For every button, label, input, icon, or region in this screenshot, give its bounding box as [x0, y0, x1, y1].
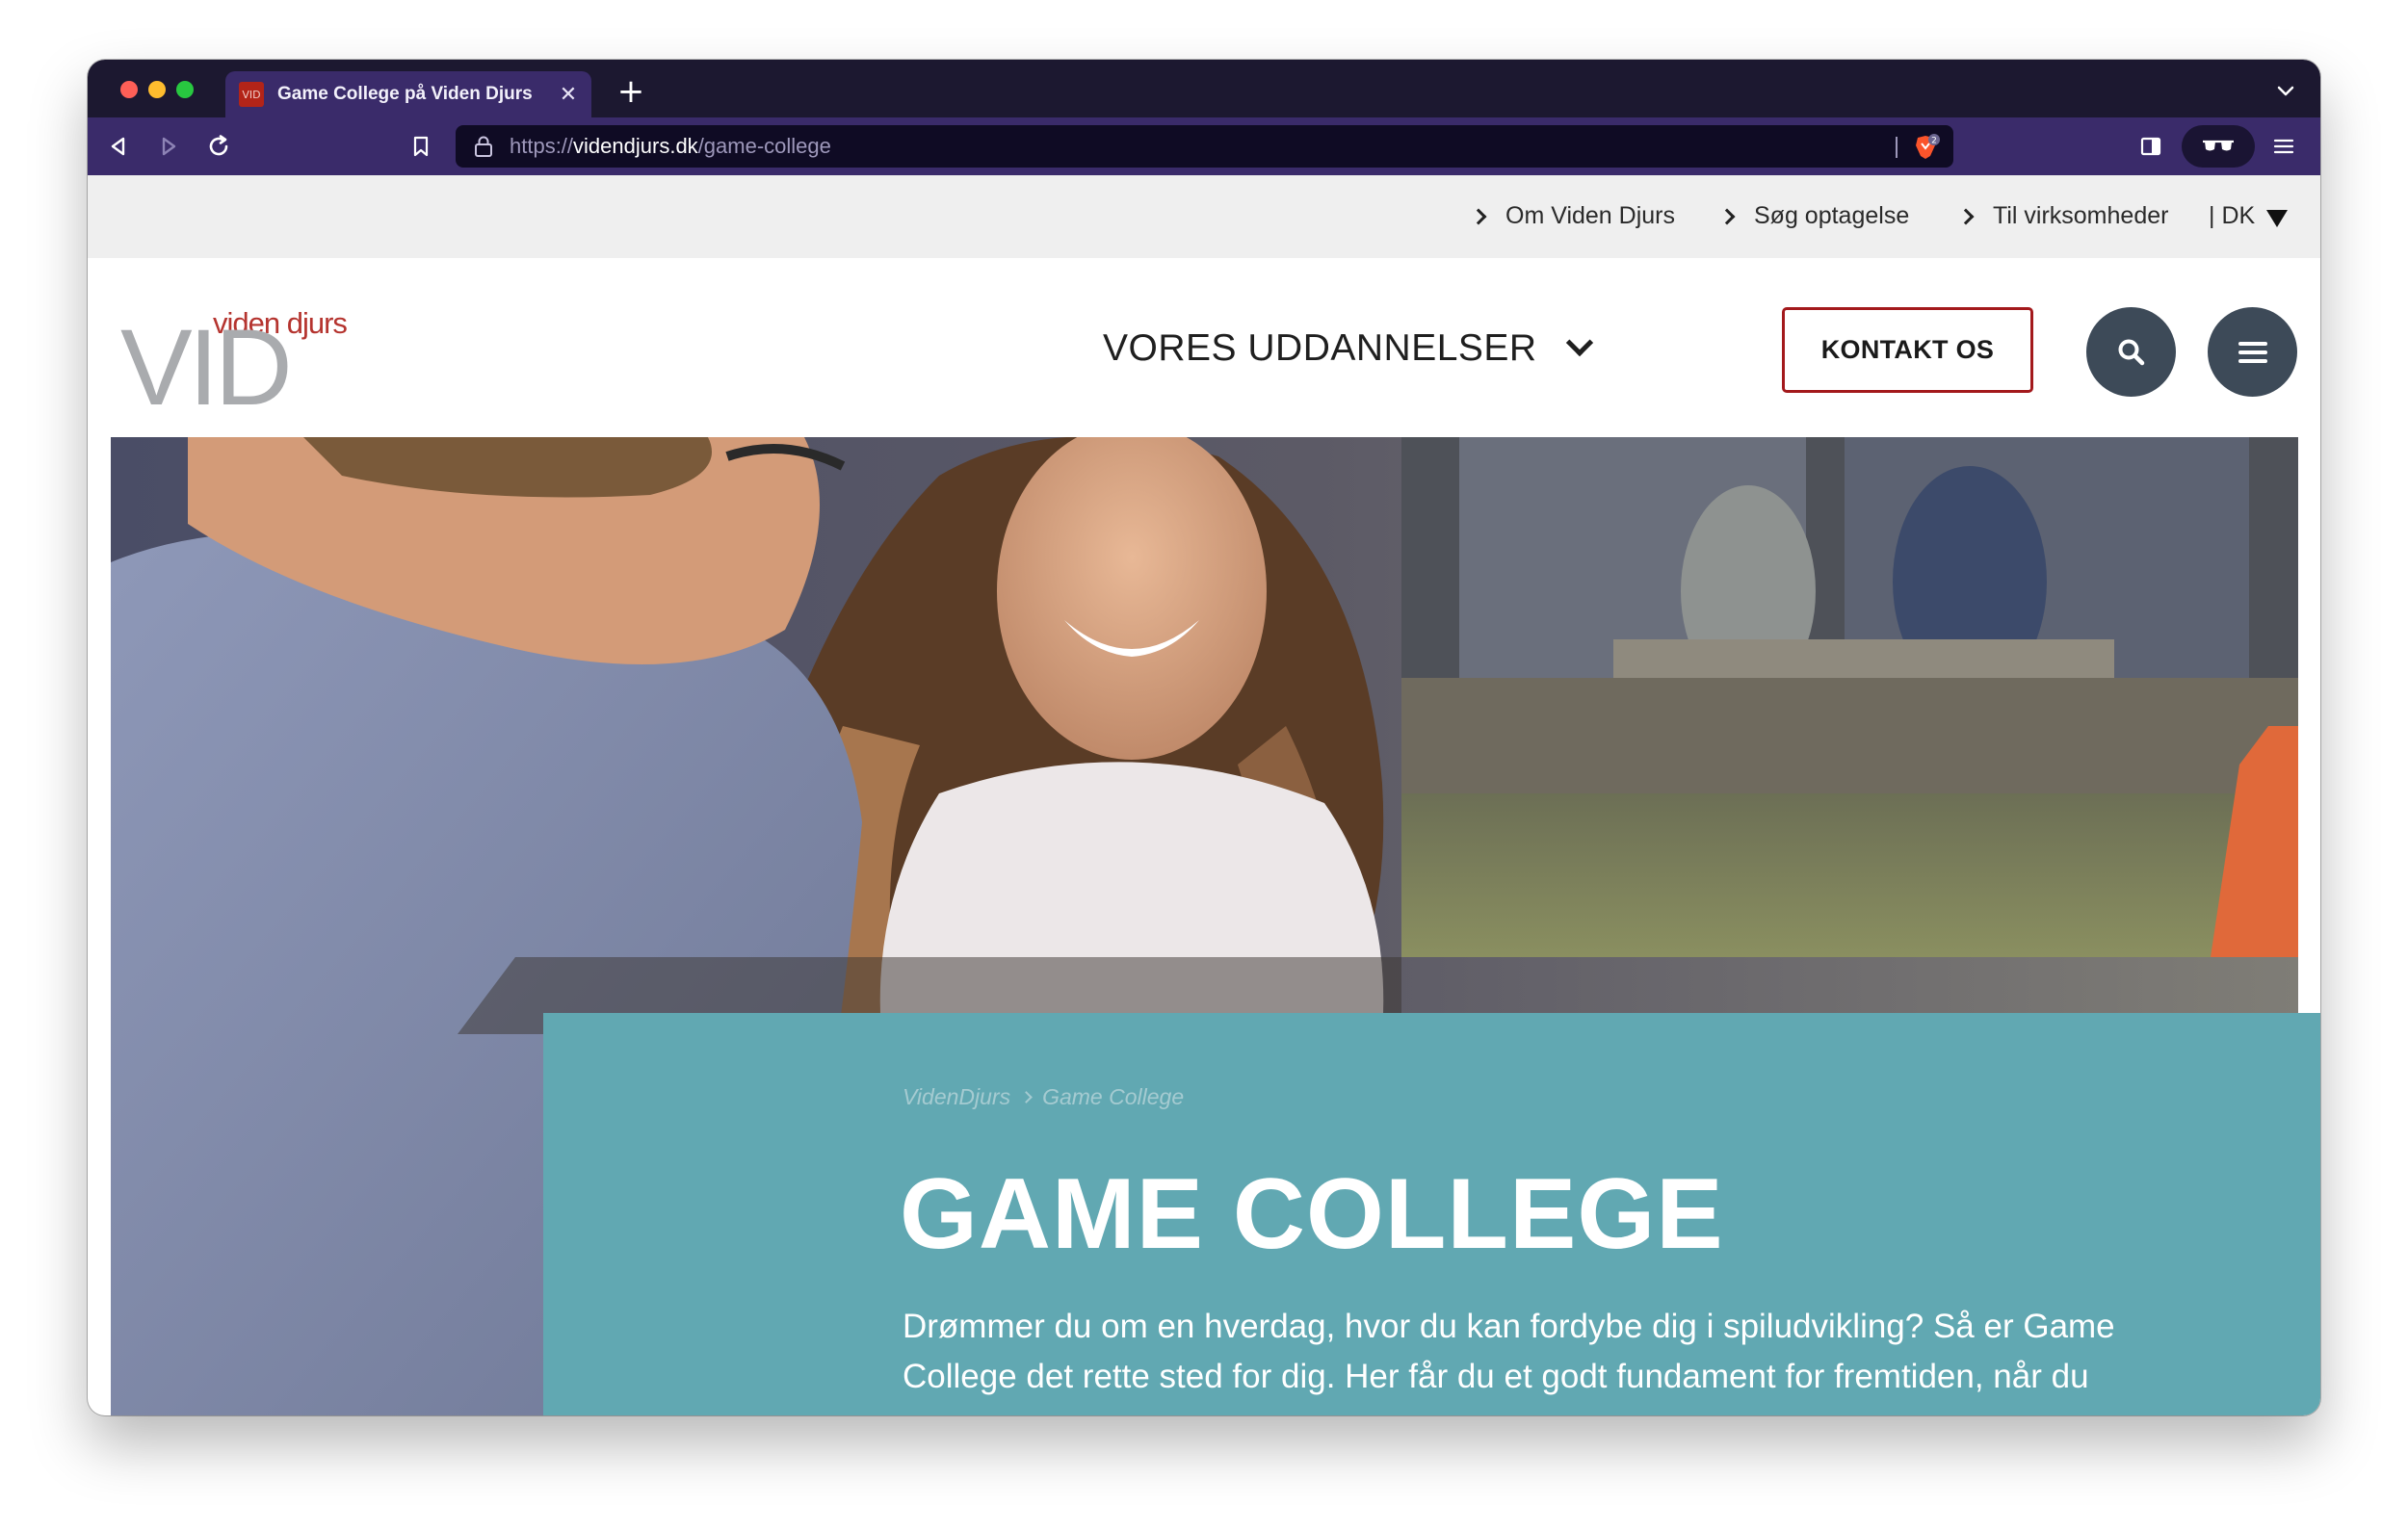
- reload-icon[interactable]: [203, 131, 234, 162]
- menu-button[interactable]: [2208, 307, 2297, 397]
- close-window-button[interactable]: [120, 81, 138, 98]
- caret-down-icon[interactable]: [2266, 210, 2288, 227]
- url-scheme: https://: [510, 134, 574, 158]
- browser-toolbar: https://videndjurs.dk/game-college 2: [88, 117, 2320, 175]
- breadcrumb-home-link[interactable]: VidenDjurs: [903, 1084, 1010, 1110]
- site-logo[interactable]: viden djurs VID: [120, 304, 373, 428]
- tab-strip: VID Game College på Viden Djurs ✕ +: [88, 60, 2320, 117]
- chevron-right-icon: [1957, 208, 1975, 224]
- search-icon: [2118, 339, 2144, 365]
- topbar-link-label: Om Viden Djurs: [1505, 202, 1675, 229]
- new-tab-button[interactable]: +: [615, 75, 647, 108]
- forward-icon[interactable]: [153, 131, 184, 162]
- tab-close-icon[interactable]: ✕: [555, 81, 582, 108]
- bookmark-icon[interactable]: [406, 131, 436, 162]
- page-title: GAME COLLEGE: [900, 1158, 1724, 1270]
- topbar-link-about[interactable]: Om Viden Djurs: [1470, 202, 1675, 230]
- topbar-link-label: Søg optagelse: [1754, 202, 1910, 229]
- menu-icon[interactable]: [2268, 131, 2299, 162]
- back-icon[interactable]: [103, 131, 134, 162]
- minimize-window-button[interactable]: [148, 81, 166, 98]
- topbar-link-label: Til virksomheder: [1993, 202, 2169, 229]
- url-divider: [1896, 137, 1898, 158]
- shield-count: 2: [1931, 137, 1937, 146]
- nav-label: VORES UDDANNELSER: [1103, 327, 1537, 369]
- address-bar[interactable]: https://videndjurs.dk/game-college 2: [456, 125, 1953, 168]
- nav-educations-dropdown[interactable]: VORES UDDANNELSER: [1103, 327, 1593, 370]
- lock-icon[interactable]: [473, 135, 494, 163]
- breadcrumb: VidenDjurs Game College: [903, 1084, 1184, 1110]
- url-path: /game-college: [697, 134, 831, 158]
- logo-mark: VID: [120, 307, 289, 410]
- brave-shield-icon[interactable]: 2: [1911, 133, 1940, 162]
- site-topbar: Om Viden Djurs Søg optagelse Til virksom…: [88, 175, 2320, 258]
- chevron-right-icon: [1718, 208, 1736, 224]
- reader-mode-icon[interactable]: [2182, 125, 2255, 168]
- hero-intro-text: Drømmer du om en hverdag, hvor du kan fo…: [903, 1308, 2115, 1395]
- breadcrumb-chevron-icon: [1020, 1091, 1033, 1103]
- search-button[interactable]: [2086, 307, 2176, 397]
- site-header: viden djurs VID VORES UDDANNELSER KONTAK…: [88, 258, 2320, 437]
- url-host: videndjurs.dk: [573, 134, 698, 158]
- tab-title: Game College på Viden Djurs: [277, 84, 533, 104]
- zoom-window-button[interactable]: [176, 81, 194, 98]
- topbar-link-business[interactable]: Til virksomheder: [1957, 202, 2169, 230]
- sidebar-icon[interactable]: [2135, 131, 2166, 162]
- url-text[interactable]: https://videndjurs.dk/game-college: [510, 134, 831, 159]
- hamburger-icon: [2238, 341, 2267, 363]
- tab-list-chevron-icon[interactable]: [2272, 77, 2299, 104]
- chevron-down-icon: [1565, 328, 1593, 357]
- contact-button[interactable]: KONTAKT OS: [1782, 307, 2033, 393]
- topbar-link-apply[interactable]: Søg optagelse: [1718, 202, 1910, 230]
- favicon-icon: VID: [239, 82, 264, 107]
- language-selector[interactable]: | DK: [2209, 202, 2255, 230]
- browser-window: VID Game College på Viden Djurs ✕ + http…: [88, 60, 2320, 1415]
- breadcrumb-current: Game College: [1042, 1084, 1185, 1109]
- active-tab[interactable]: VID Game College på Viden Djurs ✕: [225, 71, 591, 117]
- chevron-right-icon: [1470, 208, 1487, 224]
